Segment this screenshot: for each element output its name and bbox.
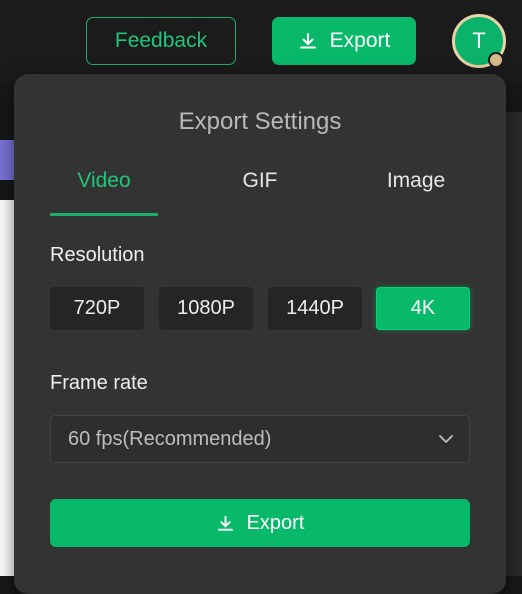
resolution-option-label: 1440P xyxy=(286,297,344,319)
active-tab-underline xyxy=(50,213,158,216)
tab-gif[interactable]: GIF xyxy=(206,166,314,216)
avatar-initial: T xyxy=(472,28,486,53)
resolution-option-label: 4K xyxy=(410,297,436,319)
feedback-button-label: Feedback xyxy=(114,29,208,52)
panel-title: Export Settings xyxy=(178,108,342,135)
export-settings-panel: Export Settings Video GIF Image Resoluti… xyxy=(14,74,506,594)
resolution-label: Resolution xyxy=(50,244,145,266)
resolution-720p-button[interactable]: 720P xyxy=(50,287,144,330)
feedback-button[interactable]: Feedback xyxy=(86,17,236,65)
tab-video-label: Video xyxy=(77,169,131,192)
export-button-top-label: Export xyxy=(329,29,391,52)
export-button-top[interactable]: Export xyxy=(272,17,416,65)
chevron-down-icon xyxy=(437,430,455,448)
download-icon xyxy=(216,514,235,533)
resolution-option-label: 1080P xyxy=(177,297,235,319)
editor-background-strip xyxy=(0,140,14,180)
tab-gif-label: GIF xyxy=(242,169,278,192)
editor-canvas-edge xyxy=(0,200,14,576)
framerate-select[interactable]: 60 fps(Recommended) xyxy=(50,415,470,463)
export-format-tabs: Video GIF Image xyxy=(50,166,470,216)
tab-image[interactable]: Image xyxy=(362,166,470,216)
export-button[interactable]: Export xyxy=(50,499,470,547)
tab-video[interactable]: Video xyxy=(50,166,158,216)
tab-image-label: Image xyxy=(386,169,446,192)
resolution-1440p-button[interactable]: 1440P xyxy=(268,287,362,330)
resolution-4k-button[interactable]: 4K xyxy=(376,287,470,330)
export-button-label: Export xyxy=(246,511,305,534)
resolution-1080p-button[interactable]: 1080P xyxy=(159,287,253,330)
download-icon xyxy=(298,31,318,51)
framerate-value: 60 fps(Recommended) xyxy=(68,427,272,450)
framerate-label: Frame rate xyxy=(50,372,148,394)
editor-right-edge xyxy=(506,112,522,576)
camera-badge-icon xyxy=(488,52,504,68)
top-bar: Feedback Export T xyxy=(0,0,522,82)
resolution-option-label: 720P xyxy=(73,297,121,319)
